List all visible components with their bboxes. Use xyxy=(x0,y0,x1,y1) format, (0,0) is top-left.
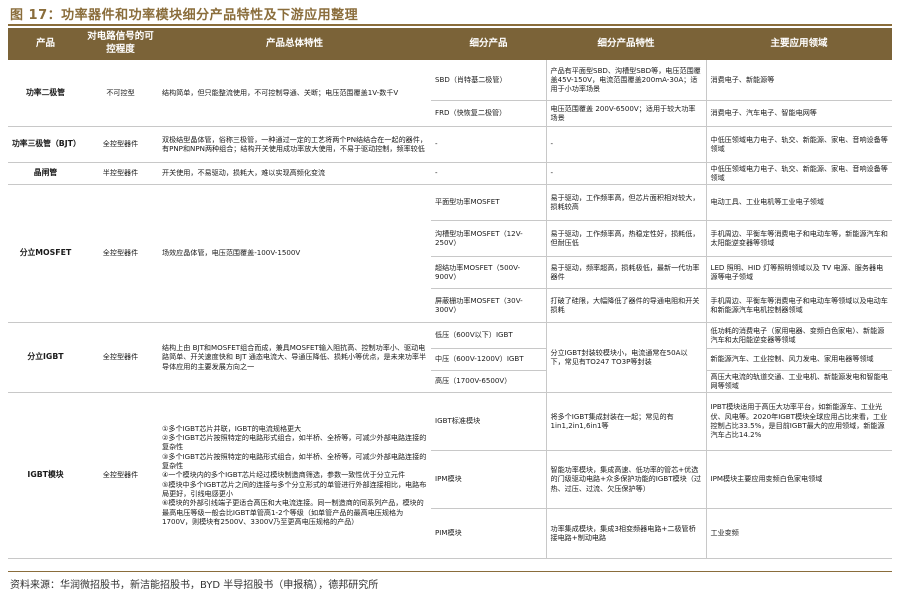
feature-item: ③多个IGBT芯片按照特定的电路形式组合，如半桥、全桥等，可减少外部电路连接的复… xyxy=(162,451,427,470)
figure-title: 图 17：功率器件和功率模块细分产品特性及下游应用整理 xyxy=(10,8,359,23)
control-type: 半控型器件 xyxy=(83,162,158,185)
control-type: 不可控型 xyxy=(83,60,158,127)
header-control: 对电路信号的可控程度 xyxy=(83,28,158,60)
product-name: 功率三极管（BJT） xyxy=(8,126,83,163)
application: 高压大电流的轨道交通、工业电机、新能源发电和智能电网等领域 xyxy=(705,370,892,393)
table-row: 晶闸管 半控型器件 开关使用，不易驱动，损耗大，难以实现高频化变流 - - 中低… xyxy=(8,162,892,185)
application: 消费电子、汽车电子、智能电网等 xyxy=(705,100,892,127)
control-type: 全控型器件 xyxy=(83,392,158,559)
product-feature: 结构上由 BJT和MOSFET组合而成，兼具MOSFET输入阻抗高、控制功率小、… xyxy=(158,322,431,393)
table-row: 功率三极管（BJT） 全控型器件 双极结型晶体管，俗称三极管，一种通过一定的工艺… xyxy=(8,126,892,163)
feature-item: ①多个IGBT芯片并联，IGBT的电流规格更大 xyxy=(162,423,302,433)
application: IPBT模块适用于高压大功率平台，如新能源车、工业光伏、风电等。2020年IGB… xyxy=(705,392,892,451)
application: 电动工具、工业电机等工业电子领域 xyxy=(705,184,892,221)
subproduct-name: 中压（600V-1200V）IGBT xyxy=(431,348,546,371)
product-feature: 开关使用，不易驱动，损耗大，难以实现高频化变流 xyxy=(158,162,431,185)
header-subproduct: 细分产品 xyxy=(431,28,546,60)
subproduct-name: - xyxy=(431,162,546,185)
subproduct-name: IGBT标准模块 xyxy=(431,392,546,451)
product-name: 分立MOSFET xyxy=(8,184,83,323)
subproduct-feature: - xyxy=(545,162,706,185)
product-table: 产品 对电路信号的可控程度 产品总体特性 细分产品 细分产品特性 主要应用领域 … xyxy=(8,28,892,559)
subproduct-feature: 易于驱动，工作频率高，热稳定性好，损耗低，但耐压低 xyxy=(545,220,706,257)
control-type: 全控型器件 xyxy=(83,322,158,393)
source-note: 资料来源：华润微招股书，新洁能招股书，BYD 半导招股书（申报稿），德邦研究所 xyxy=(10,580,379,591)
subproduct-name: 超结功率MOSFET（500V-900V） xyxy=(431,256,546,289)
table-row: 功率二极管 不可控型 结构简单，但只能整流使用，不可控制导通、关断；电压范围覆盖… xyxy=(8,60,892,127)
subproduct-name: FRD（快恢复二极管） xyxy=(431,100,546,127)
header-row: 产品 对电路信号的可控程度 产品总体特性 细分产品 细分产品特性 主要应用领域 xyxy=(8,28,892,60)
table-row: IGBT模块 全控型器件 ①多个IGBT芯片并联，IGBT的电流规格更大 ②多个… xyxy=(8,392,892,559)
application: 低功耗的消费电子（家用电器、变频白色家电）、新能源汽车和太阳能逆变器等领域 xyxy=(705,322,892,349)
feature-item: ④一个模块内的多个IGBT芯片经过模块制造商筛选，参数一致性优于分立元件 xyxy=(162,470,406,480)
source-rule xyxy=(8,571,892,572)
subproduct-name: IPM模块 xyxy=(431,450,546,509)
subproduct-feature: 分立IGBT封装较模块小，电流通常在50A以下，常见有TO247 TO3P等封装 xyxy=(545,322,706,393)
application: 手机周边、平衡车等消费电子和电动车等领域以及电动车和新能源汽车电机控制器领域 xyxy=(705,288,892,323)
application: 新能源汽车、工业控制、风力发电、家用电器等领域 xyxy=(705,348,892,371)
subproduct-name: 平面型功率MOSFET xyxy=(431,184,546,221)
application: LED 照明、HID 灯等照明领域以及 TV 电源、服务器电源等电子领域 xyxy=(705,256,892,289)
application: 消费电子、新能源等 xyxy=(705,60,892,101)
subproduct-feature: - xyxy=(545,126,706,163)
subproduct-name: PIM模块 xyxy=(431,508,546,559)
header-feature: 产品总体特性 xyxy=(158,28,431,60)
product-feature: 场效应晶体管，电压范围覆盖-100V-1500V xyxy=(158,184,431,323)
subproduct-name: 屏蔽栅功率MOSFET（30V-300V） xyxy=(431,288,546,323)
subproduct-feature: 智能功率模块，集成高速、低功率的管芯+优选的门级驱动电路+众多保护功能的IGBT… xyxy=(545,450,706,509)
table-row: 分立IGBT 全控型器件 结构上由 BJT和MOSFET组合而成，兼具MOSFE… xyxy=(8,322,892,393)
header-subfeature: 细分产品特性 xyxy=(546,28,706,60)
application: 工业变频 xyxy=(705,508,892,559)
subproduct-name: 低压（600V以下）IGBT xyxy=(431,322,546,349)
feature-item: ⑤模块中多个IGBT芯片之间的连接与多个分立形式的单管进行外部连接相比，电路布局… xyxy=(162,479,427,499)
control-type: 全控型器件 xyxy=(83,184,158,323)
product-feature: 结构简单，但只能整流使用，不可控制导通、关断；电压范围覆盖1V-数千V xyxy=(158,60,431,127)
product-feature-list: ①多个IGBT芯片并联，IGBT的电流规格更大 ②多个IGBT芯片按照特定的电路… xyxy=(158,392,431,559)
application: 中低压领域电力电子、轨交、新能源、家电、音响设备等领域 xyxy=(705,126,892,163)
product-name: 晶闸管 xyxy=(8,162,83,185)
product-name: 分立IGBT xyxy=(8,322,83,393)
subproduct-feature: 功率集成模块，集成3相变频器电路+二极管桥接电路+制动电路 xyxy=(545,508,706,559)
page: 图 17：功率器件和功率模块细分产品特性及下游应用整理 产品 对电路信号的可控程… xyxy=(0,0,900,594)
subproduct-feature: 易于驱动，工作频率高，但芯片面积相对较大，损耗较高 xyxy=(545,184,706,221)
subproduct-feature: 产品有平面型SBD、沟槽型SBD等，电压范围覆盖45V-150V，电流范围覆盖2… xyxy=(545,60,706,101)
subproduct-feature: 电压范围覆盖 200V-6500V；适用于较大功率场景 xyxy=(545,100,706,127)
application: IPM模块主要应用变频白色家电领域 xyxy=(705,450,892,509)
subproduct-name: - xyxy=(431,126,546,163)
feature-item: ⑥模块的外部引线端子更适合高压和大电流连接。同一制造商的同系列产品，模块的最高电… xyxy=(162,498,424,527)
feature-item: ②多个IGBT芯片按照特定的电路形式组合，如半桥、全桥等，可减少外部电路连接的复… xyxy=(162,432,427,452)
header-application: 主要应用领域 xyxy=(706,28,892,60)
product-name: IGBT模块 xyxy=(8,392,83,559)
title-rule xyxy=(8,24,892,26)
product-feature: 双极结型晶体管，俗称三极管，一种通过一定的工艺将两个PN结结合在一起的器件，有P… xyxy=(158,126,431,163)
subproduct-name: SBD（肖特基二极管） xyxy=(431,60,546,101)
header-product: 产品 xyxy=(8,28,83,60)
application: 中低压领域电力电子、轨交、新能源、家电、音响设备等领域 xyxy=(705,162,892,185)
product-name: 功率二极管 xyxy=(8,60,83,127)
subproduct-feature: 易于驱动，频率超高，损耗极低，最新一代功率器件 xyxy=(545,256,706,289)
subproduct-name: 高压（1700V-6500V） xyxy=(431,370,546,393)
control-type: 全控型器件 xyxy=(83,126,158,163)
table-row: 分立MOSFET 全控型器件 场效应晶体管，电压范围覆盖-100V-1500V … xyxy=(8,184,892,323)
subproduct-feature: 将多个IGBT集成封装在一起；常见的有1in1,2in1,6in1等 xyxy=(545,392,706,451)
subproduct-feature: 打破了硅限，大幅降低了器件的导通电阻和开关损耗 xyxy=(545,288,706,323)
application: 手机周边、平衡车等消费电子和电动车等，新能源汽车和太阳能逆变器等领域 xyxy=(705,220,892,257)
subproduct-name: 沟槽型功率MOSFET（12V-250V） xyxy=(431,220,546,257)
